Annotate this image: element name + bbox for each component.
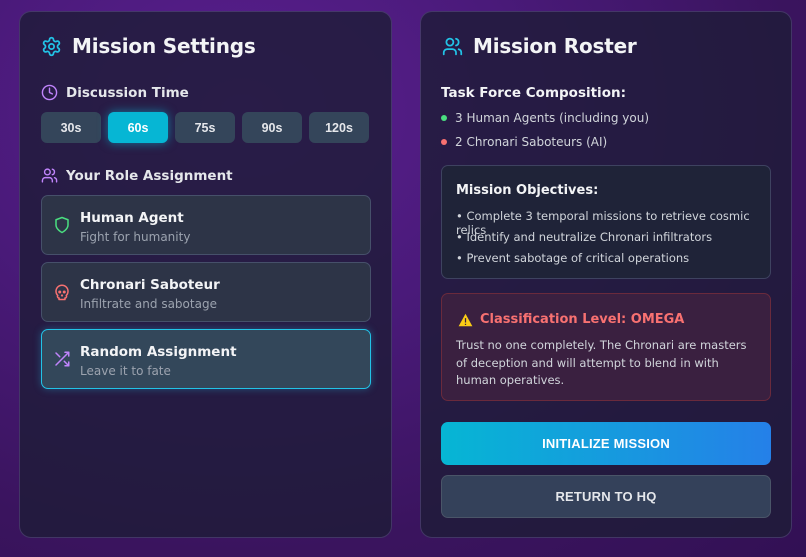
settings-title: Mission Settings [72, 34, 256, 58]
time-options: 30s 60s 75s 90s 120s [41, 112, 369, 143]
objective-item: • Identify and neutralize Chronari infil… [456, 230, 713, 244]
roster-header: Mission Roster [442, 34, 637, 58]
composition-text: 3 Human Agents (including you) [455, 111, 650, 125]
time-option-120s[interactable]: 120s [309, 112, 369, 143]
warning-header: Classification Level: OMEGA [458, 312, 684, 327]
time-option-60s[interactable]: 60s [108, 112, 168, 143]
role-title: Random Assignment [80, 344, 237, 360]
shield-icon [55, 216, 69, 234]
objective-item: • Prevent sabotage of critical operation… [456, 251, 690, 265]
role-option-random-assignment[interactable]: Random Assignment Leave it to fate [41, 329, 371, 389]
mission-settings-panel: Mission Settings Discussion Time 30s 60s… [19, 11, 392, 538]
composition-text: 2 Chronari Saboteurs (AI) [455, 135, 608, 149]
red-dot-icon [441, 139, 447, 145]
shuffle-icon [55, 351, 70, 367]
role-title: Human Agent [80, 210, 184, 226]
role-option-human-agent[interactable]: Human Agent Fight for humanity [41, 195, 371, 255]
discussion-time-text: Discussion Time [66, 84, 189, 101]
users-icon [41, 168, 58, 183]
role-subtitle: Infiltrate and sabotage [80, 297, 217, 311]
discussion-time-label: Discussion Time [41, 84, 189, 101]
return-to-hq-button[interactable]: RETURN TO HQ [441, 475, 771, 518]
green-dot-icon [441, 115, 447, 121]
gear-icon [42, 36, 61, 56]
role-subtitle: Leave it to fate [80, 364, 171, 378]
composition-item-humans: 3 Human Agents (including you) [441, 111, 649, 125]
classification-warning: Classification Level: OMEGA Trust no one… [441, 293, 771, 401]
clock-icon [41, 84, 58, 101]
time-option-75s[interactable]: 75s [175, 112, 235, 143]
time-option-90s[interactable]: 90s [242, 112, 302, 143]
role-title: Chronari Saboteur [80, 277, 220, 293]
objectives-title: Mission Objectives: [456, 183, 599, 198]
warning-text: Trust no one completely. The Chronari ar… [456, 338, 747, 387]
composition-item-saboteurs: 2 Chronari Saboteurs (AI) [441, 135, 607, 149]
initialize-mission-button[interactable]: INITIALIZE MISSION [441, 422, 771, 465]
users-icon [442, 37, 463, 55]
settings-header: Mission Settings [41, 34, 256, 58]
mission-roster-panel: Mission Roster Task Force Composition: 3… [420, 11, 792, 538]
skull-icon [55, 284, 69, 301]
role-assignment-label: Your Role Assignment [41, 167, 233, 184]
role-option-chronari-saboteur[interactable]: Chronari Saboteur Infiltrate and sabotag… [41, 262, 371, 322]
warning-triangle-icon [458, 313, 473, 326]
role-assignment-text: Your Role Assignment [66, 167, 233, 184]
mission-objectives-box: Mission Objectives: • Complete 3 tempora… [441, 165, 771, 279]
roster-title: Mission Roster [473, 34, 637, 58]
time-option-30s[interactable]: 30s [41, 112, 101, 143]
composition-label: Task Force Composition: [441, 85, 626, 101]
role-subtitle: Fight for humanity [80, 230, 191, 244]
warning-title: Classification Level: OMEGA [480, 312, 685, 327]
